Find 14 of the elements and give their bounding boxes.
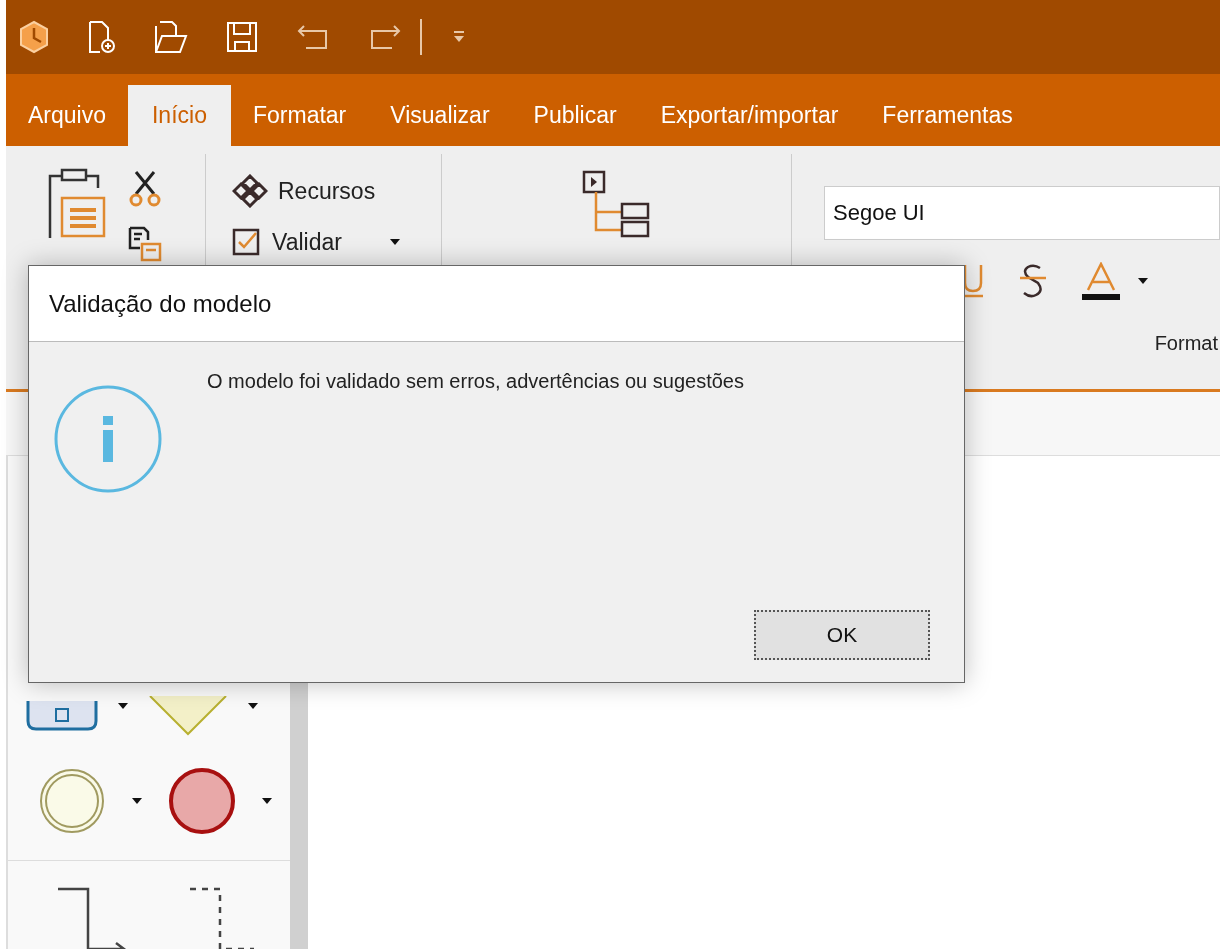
- ribbon-tab[interactable]: Início: [128, 85, 231, 146]
- ok-button[interactable]: OK: [754, 610, 930, 660]
- ribbon-tab[interactable]: Formatar: [230, 85, 369, 146]
- ribbon-tab[interactable]: Ferramentas: [860, 85, 1035, 146]
- ribbon-tab[interactable]: Arquivo: [6, 85, 128, 146]
- validate-button[interactable]: Validar: [232, 224, 441, 259]
- resources-button[interactable]: Recursos: [232, 174, 441, 209]
- dialog-title: Validação do modelo: [49, 288, 272, 319]
- ribbon-tab[interactable]: Publicar: [511, 85, 639, 146]
- group-label: Format: [1154, 331, 1218, 356]
- dialog-message: O modelo foi validado sem erros, advertências ou sugestões: [207, 369, 744, 394]
- ribbon-tab[interactable]: Visualizar: [368, 85, 512, 146]
- ribbon-tab[interactable]: Exportar/importar: [638, 85, 861, 146]
- font-field[interactable]: Segoe UI: [824, 186, 1220, 240]
